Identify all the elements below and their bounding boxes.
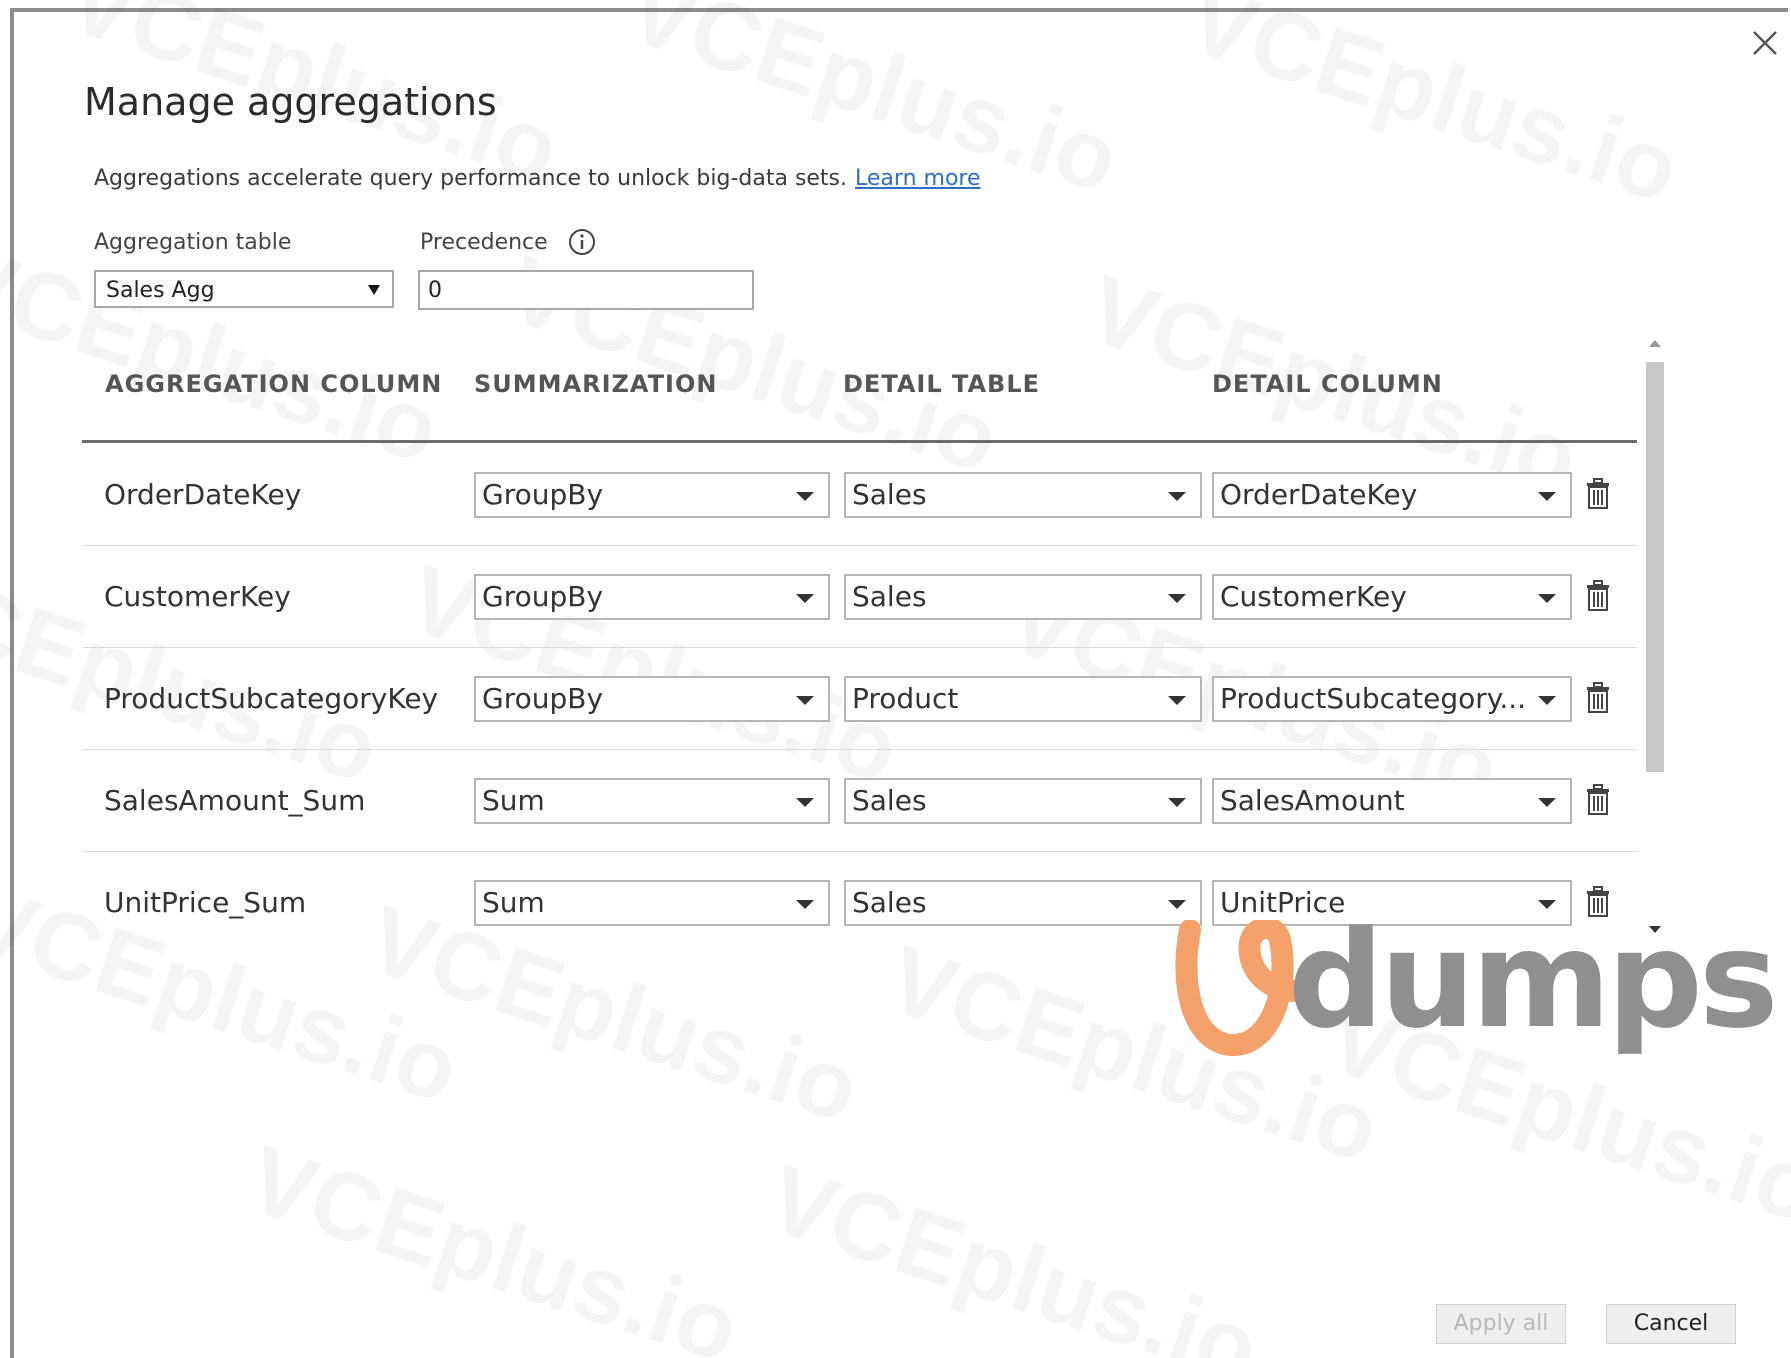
vertical-scrollbar[interactable] bbox=[1644, 340, 1666, 940]
chevron-down-icon bbox=[796, 492, 814, 501]
detail-table-dropdown[interactable]: Sales bbox=[844, 778, 1202, 824]
detail-table-value: Sales bbox=[852, 580, 927, 613]
summarization-dropdown[interactable]: Sum bbox=[474, 880, 830, 926]
summarization-value: GroupBy bbox=[482, 478, 604, 511]
chevron-down-icon bbox=[796, 798, 814, 807]
dialog-title: Manage aggregations bbox=[84, 80, 497, 124]
detail-table-value: Sales bbox=[852, 886, 927, 919]
chevron-down-icon bbox=[796, 594, 814, 603]
trash-icon[interactable] bbox=[1585, 478, 1611, 510]
aggregation-row: SalesAmount_Sum Sum Sales SalesAmount bbox=[82, 752, 1637, 852]
summarization-dropdown[interactable]: Sum bbox=[474, 778, 830, 824]
summarization-dropdown[interactable]: GroupBy bbox=[474, 676, 830, 722]
detail-column-value: CustomerKey bbox=[1220, 580, 1407, 613]
summarization-value: Sum bbox=[482, 784, 545, 817]
summarization-value: GroupBy bbox=[482, 682, 604, 715]
summarization-value: Sum bbox=[482, 886, 545, 919]
aggregation-row: ProductSubcategoryKey GroupBy Product Pr… bbox=[82, 650, 1637, 750]
precedence-label: Precedence bbox=[420, 230, 548, 255]
apply-all-button[interactable]: Apply all bbox=[1436, 1304, 1566, 1344]
header-divider bbox=[82, 440, 1637, 443]
close-icon[interactable] bbox=[1748, 26, 1782, 60]
aggregation-table-label: Aggregation table bbox=[94, 230, 292, 255]
row-divider bbox=[82, 545, 1637, 546]
chevron-down-icon bbox=[1538, 696, 1556, 705]
cancel-button[interactable]: Cancel bbox=[1606, 1304, 1736, 1344]
aggregation-row: CustomerKey GroupBy Sales CustomerKey bbox=[82, 548, 1637, 648]
chevron-down-icon bbox=[1168, 798, 1186, 807]
trash-icon[interactable] bbox=[1585, 682, 1611, 714]
detail-column-dropdown[interactable]: SalesAmount bbox=[1212, 778, 1572, 824]
chevron-down-icon bbox=[1168, 696, 1186, 705]
column-header-detail-table: DETAIL TABLE bbox=[843, 370, 1041, 398]
precedence-value: 0 bbox=[428, 278, 442, 303]
summarization-dropdown[interactable]: GroupBy bbox=[474, 472, 830, 518]
trash-icon[interactable] bbox=[1585, 580, 1611, 612]
detail-column-dropdown[interactable]: ProductSubcategory... bbox=[1212, 676, 1572, 722]
detail-column-dropdown[interactable]: OrderDateKey bbox=[1212, 472, 1572, 518]
learn-more-link[interactable]: Learn more bbox=[855, 166, 980, 191]
chevron-down-icon bbox=[1538, 798, 1556, 807]
detail-column-value: OrderDateKey bbox=[1220, 478, 1418, 511]
chevron-down-icon bbox=[1168, 492, 1186, 501]
logo-text: dumps bbox=[1288, 902, 1779, 1058]
chevron-down-icon bbox=[1538, 594, 1556, 603]
chevron-down-icon bbox=[1538, 492, 1556, 501]
aggregation-column-name: SalesAmount_Sum bbox=[104, 784, 366, 817]
aggregation-column-name: CustomerKey bbox=[104, 580, 291, 613]
watermark-logo: dumps bbox=[1170, 902, 1779, 1060]
detail-table-value: Sales bbox=[852, 784, 927, 817]
detail-column-value: SalesAmount bbox=[1220, 784, 1405, 817]
scrollbar-thumb[interactable] bbox=[1646, 362, 1664, 772]
aggregation-column-name: OrderDateKey bbox=[104, 478, 302, 511]
dialog-description: Aggregations accelerate query performanc… bbox=[94, 166, 981, 191]
info-icon[interactable] bbox=[568, 228, 596, 256]
chevron-down-icon bbox=[796, 696, 814, 705]
row-divider bbox=[82, 749, 1637, 750]
aggregation-column-name: UnitPrice_Sum bbox=[104, 886, 307, 919]
row-divider bbox=[82, 647, 1637, 648]
detail-table-dropdown[interactable]: Sales bbox=[844, 880, 1202, 926]
description-text: Aggregations accelerate query performanc… bbox=[94, 166, 848, 191]
detail-table-value: Product bbox=[852, 682, 959, 715]
summarization-dropdown[interactable]: GroupBy bbox=[474, 574, 830, 620]
chevron-down-icon bbox=[1168, 900, 1186, 909]
aggregation-table-select[interactable]: Sales Agg bbox=[94, 270, 394, 308]
detail-column-value: ProductSubcategory... bbox=[1220, 682, 1527, 715]
detail-table-dropdown[interactable]: Sales bbox=[844, 472, 1202, 518]
dropdown-arrow-icon bbox=[368, 285, 380, 295]
aggregation-column-name: ProductSubcategoryKey bbox=[104, 682, 439, 715]
precedence-input[interactable]: 0 bbox=[418, 270, 754, 310]
detail-column-dropdown[interactable]: CustomerKey bbox=[1212, 574, 1572, 620]
aggregation-row: OrderDateKey GroupBy Sales OrderDateKey bbox=[82, 446, 1637, 546]
scroll-up-icon[interactable] bbox=[1649, 340, 1661, 347]
column-header-aggregation-column: AGGREGATION COLUMN bbox=[105, 370, 443, 398]
aggregation-table-value: Sales Agg bbox=[106, 278, 215, 303]
detail-table-dropdown[interactable]: Sales bbox=[844, 574, 1202, 620]
detail-table-dropdown[interactable]: Product bbox=[844, 676, 1202, 722]
chevron-down-icon bbox=[1168, 594, 1186, 603]
detail-table-value: Sales bbox=[852, 478, 927, 511]
column-header-detail-column: DETAIL COLUMN bbox=[1212, 370, 1443, 398]
trash-icon[interactable] bbox=[1585, 784, 1611, 816]
column-header-summarization: SUMMARIZATION bbox=[474, 370, 718, 398]
row-divider bbox=[82, 851, 1637, 852]
chevron-down-icon bbox=[796, 900, 814, 909]
summarization-value: GroupBy bbox=[482, 580, 604, 613]
